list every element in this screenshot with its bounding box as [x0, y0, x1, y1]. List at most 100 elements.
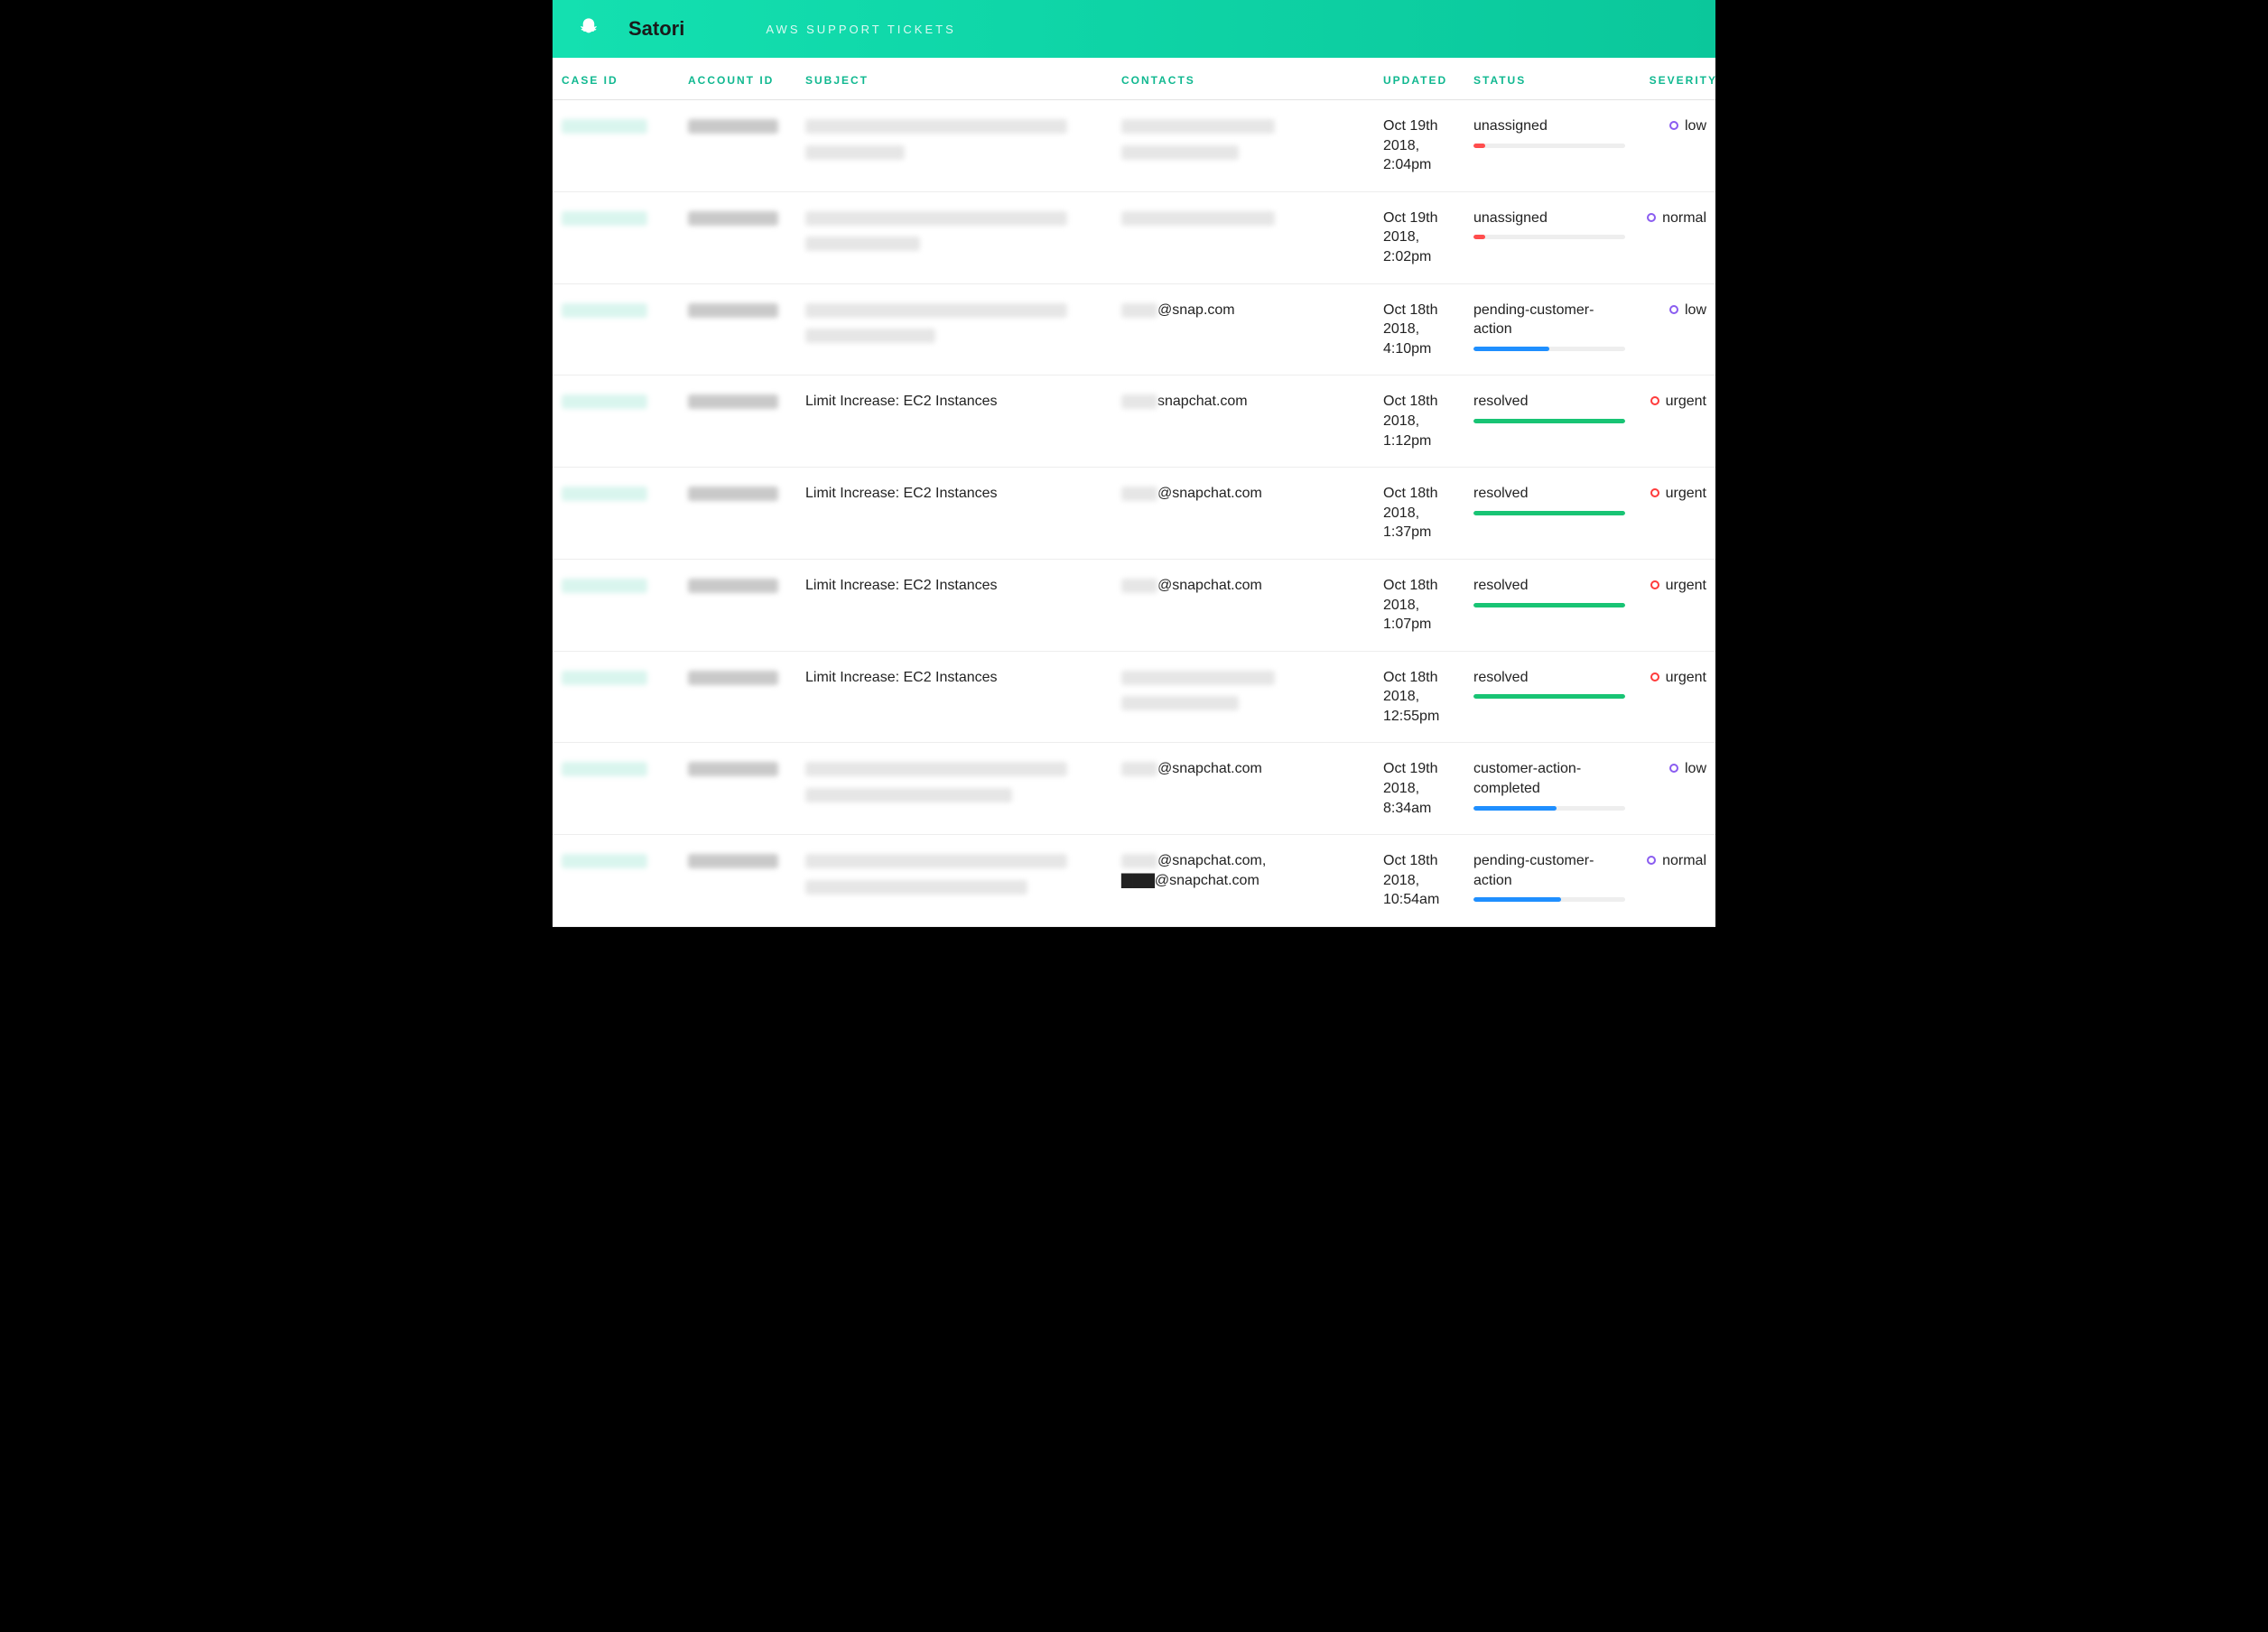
col-severity[interactable]: SEVERITY	[1636, 74, 1717, 87]
case-id-cell[interactable]	[562, 301, 688, 327]
case-id-cell[interactable]	[562, 668, 688, 694]
table-row[interactable]: Limit Increase: EC2 Instances Oct 18th 20…	[553, 652, 1715, 744]
status-label: customer-action-completed	[1473, 759, 1625, 798]
brand-name[interactable]: Satori	[628, 17, 684, 41]
case-id-cell[interactable]	[562, 116, 688, 143]
redacted-text	[1121, 762, 1157, 776]
severity-dot-icon	[1647, 856, 1656, 865]
status-progress	[1473, 347, 1625, 351]
severity-label: urgent	[1666, 484, 1706, 504]
table-row[interactable]: @snapchat.comOct 19th 2018, 8:34amcustom…	[553, 743, 1715, 835]
severity-cell: low	[1636, 116, 1717, 136]
col-case-id[interactable]: CASE ID	[562, 74, 688, 87]
subject-text: Limit Increase: EC2 Instances	[805, 486, 998, 501]
col-subject[interactable]: SUBJECT	[805, 74, 1121, 87]
status-label: resolved	[1473, 576, 1625, 596]
case-id-cell[interactable]	[562, 576, 688, 602]
severity-label: low	[1685, 759, 1706, 779]
contact-text: @snapchat.com	[1157, 486, 1262, 501]
table-row[interactable]: Oct 19th 2018, 2:04pmunassigned low	[553, 100, 1715, 192]
updated-cell: Oct 19th 2018, 8:34am	[1383, 759, 1473, 818]
redacted-case-id	[562, 303, 647, 318]
redacted-account-id	[688, 487, 778, 501]
redacted-text	[805, 303, 1067, 318]
account-id-cell	[688, 851, 805, 877]
table-row[interactable]: @snapchat.com, ▇▇▇@snapchat.comOct 18th …	[553, 835, 1715, 927]
redacted-text	[805, 880, 1027, 895]
table-row[interactable]: Limit Increase: EC2 Instances @snapchat.c…	[553, 468, 1715, 560]
redacted-account-id	[688, 854, 778, 868]
col-updated[interactable]: UPDATED	[1383, 74, 1473, 87]
updated-cell: Oct 19th 2018, 2:04pm	[1383, 116, 1473, 175]
redacted-case-id	[562, 211, 647, 226]
case-id-cell[interactable]	[562, 392, 688, 418]
severity-cell: normal	[1636, 851, 1717, 871]
severity-dot-icon	[1650, 580, 1659, 589]
contacts-cell: @snapchat.com	[1121, 576, 1383, 596]
table-row[interactable]: @snap.comOct 18th 2018, 4:10pmpending-cu…	[553, 284, 1715, 376]
subject-cell	[805, 116, 1121, 168]
case-id-cell[interactable]	[562, 209, 688, 235]
col-status[interactable]: STATUS	[1473, 74, 1636, 87]
severity-dot-icon	[1650, 488, 1659, 497]
severity-label: urgent	[1666, 576, 1706, 596]
col-account-id[interactable]: ACCOUNT ID	[688, 74, 805, 87]
updated-cell: Oct 18th 2018, 12:55pm	[1383, 668, 1473, 727]
subject-cell	[805, 759, 1121, 811]
status-label: unassigned	[1473, 116, 1625, 136]
status-progress	[1473, 694, 1625, 699]
redacted-text	[805, 762, 1067, 776]
subject-text: Limit Increase: EC2 Instances	[805, 394, 998, 409]
redacted-case-id	[562, 671, 647, 685]
table-row[interactable]: Oct 19th 2018, 2:02pmunassignednormal	[553, 192, 1715, 284]
table-header: CASE ID ACCOUNT ID SUBJECT CONTACTS UPDA…	[553, 74, 1715, 100]
progress-fill	[1473, 806, 1557, 811]
contact-text: snapchat.com	[1157, 394, 1248, 410]
case-id-cell[interactable]	[562, 851, 688, 877]
progress-fill	[1473, 347, 1549, 351]
redacted-text	[1121, 211, 1275, 226]
ghost-logo-icon	[574, 14, 603, 43]
subject-cell	[805, 851, 1121, 903]
redacted-text	[1121, 394, 1157, 409]
contacts-cell: @snapchat.com, ▇▇▇@snapchat.com	[1121, 851, 1383, 891]
status-label: resolved	[1473, 484, 1625, 504]
severity-cell: normal	[1636, 209, 1717, 228]
updated-cell: Oct 19th 2018, 2:02pm	[1383, 209, 1473, 267]
contact-text: @snap.com	[1157, 302, 1235, 318]
redacted-text	[805, 329, 935, 343]
severity-cell: low	[1636, 759, 1717, 779]
redacted-text	[1121, 145, 1239, 160]
contacts-cell: @snap.com	[1121, 301, 1383, 320]
severity-label: low	[1685, 301, 1706, 320]
updated-cell: Oct 18th 2018, 1:37pm	[1383, 484, 1473, 542]
table-row[interactable]: Limit Increase: EC2 Instances @snapchat.c…	[553, 560, 1715, 652]
severity-dot-icon	[1650, 672, 1659, 682]
subject-cell: Limit Increase: EC2 Instances	[805, 576, 1121, 596]
status-cell: unassigned	[1473, 116, 1636, 148]
status-cell: unassigned	[1473, 209, 1636, 240]
redacted-text	[1121, 119, 1275, 134]
case-id-cell[interactable]	[562, 484, 688, 510]
table-row[interactable]: Limit Increase: EC2 Instances snapchat.co…	[553, 376, 1715, 468]
severity-label: urgent	[1666, 392, 1706, 412]
case-id-cell[interactable]	[562, 759, 688, 785]
status-label: resolved	[1473, 668, 1625, 688]
subject-text: Limit Increase: EC2 Instances	[805, 670, 998, 685]
tickets-table: CASE ID ACCOUNT ID SUBJECT CONTACTS UPDA…	[553, 74, 1715, 927]
subject-text: Limit Increase: EC2 Instances	[805, 578, 998, 593]
status-progress	[1473, 897, 1625, 902]
severity-cell: urgent	[1636, 576, 1717, 596]
account-id-cell	[688, 209, 805, 235]
redacted-text	[1121, 487, 1157, 501]
status-cell: resolved	[1473, 392, 1636, 423]
redacted-account-id	[688, 579, 778, 593]
redacted-account-id	[688, 394, 778, 409]
col-contacts[interactable]: CONTACTS	[1121, 74, 1383, 87]
progress-fill	[1473, 419, 1625, 423]
redacted-text	[1121, 854, 1157, 868]
account-id-cell	[688, 392, 805, 418]
subject-cell: Limit Increase: EC2 Instances	[805, 392, 1121, 412]
redacted-text	[805, 236, 920, 251]
header-bar: Satori AWS SUPPORT TICKETS	[553, 0, 1715, 58]
